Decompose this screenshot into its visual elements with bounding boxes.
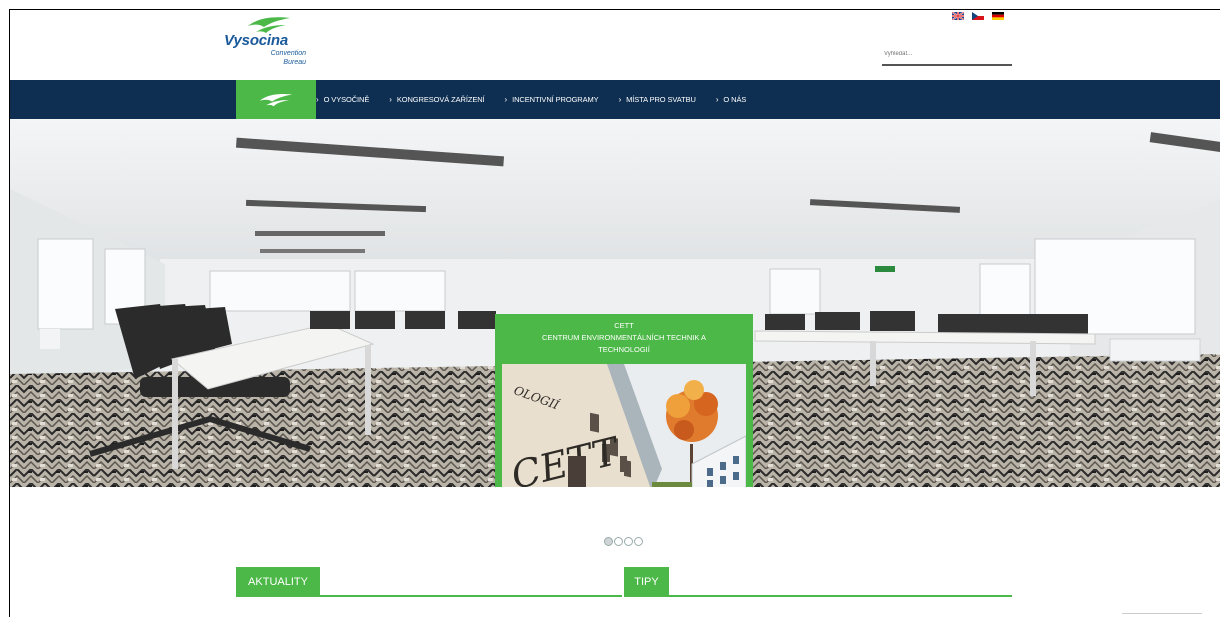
chevron-right-icon: › xyxy=(715,95,719,104)
venue-title-line1: CETT xyxy=(614,321,634,330)
browser-viewport: Vysocina Convention Bureau Vyhledat... ›… xyxy=(9,9,1220,617)
nav-item-incentivni-programy[interactable]: › INCENTIVNÍ PROGRAMY xyxy=(505,95,599,104)
tips-section-header: TIPY xyxy=(624,567,1012,600)
slider-dot-2[interactable] xyxy=(614,537,623,546)
nav-item-o-nas[interactable]: › O NÁS xyxy=(715,95,747,104)
search-input[interactable] xyxy=(882,43,1012,65)
news-section-header: AKTUALITY xyxy=(236,567,622,600)
featured-venue-card[interactable]: CETT CENTRUM ENVIRONMENTÁLNÍCH TECHNIK A… xyxy=(495,314,753,487)
hero-slider[interactable]: CETT CENTRUM ENVIRONMENTÁLNÍCH TECHNIK A… xyxy=(10,119,1220,487)
news-divider xyxy=(236,595,622,597)
english-flag-icon[interactable] xyxy=(952,12,964,20)
slider-dot-1[interactable] xyxy=(604,537,613,546)
nav-item-kongresova-zarizeni[interactable]: › KONGRESOVÁ ZAŘÍZENÍ xyxy=(389,95,484,104)
site-header: Vysocina Convention Bureau xyxy=(10,10,1220,80)
chevron-right-icon: › xyxy=(504,95,508,104)
nav-item-label: O VYSOČINĚ xyxy=(323,95,370,104)
chevron-right-icon: › xyxy=(618,95,622,104)
chevron-right-icon: › xyxy=(389,95,392,104)
nav-item-label: INCENTIVNÍ PROGRAMY xyxy=(512,95,599,104)
nav-menu: › O VYSOČINĚ › KONGRESOVÁ ZAŘÍZENÍ › INCENT… xyxy=(316,80,766,119)
logo-name: Vysocina xyxy=(224,32,288,49)
logo-subtitle-convention: Convention xyxy=(270,50,306,57)
featured-venue-title: CETT CENTRUM ENVIRONMENTÁLNÍCH TECHNIK A… xyxy=(495,320,753,356)
nav-item-label: KONGRESOVÁ ZAŘÍZENÍ xyxy=(396,95,485,104)
nav-item-o-vysocine[interactable]: › O VYSOČINĚ xyxy=(316,95,369,104)
tips-tab[interactable]: TIPY xyxy=(624,567,669,597)
venue-photo[interactable]: CETT OLOGIÍ xyxy=(502,364,746,487)
czech-flag-icon[interactable] xyxy=(972,12,984,20)
slider-dot-4[interactable] xyxy=(634,537,643,546)
scroll-to-top-stub xyxy=(1122,613,1202,616)
nav-item-label: MÍSTA PRO SVATBU xyxy=(626,95,696,104)
site-logo[interactable]: Vysocina Convention Bureau xyxy=(224,16,324,76)
venue-title-line3: TECHNOLOGIÍ xyxy=(598,345,650,354)
german-flag-icon[interactable] xyxy=(992,12,1004,20)
nav-item-mista-pro-svatbu[interactable]: › MÍSTA PRO SVATBU xyxy=(619,95,696,104)
main-navigation: › O VYSOČINĚ › KONGRESOVÁ ZAŘÍZENÍ › INCENT… xyxy=(10,80,1220,119)
logo-subtitle-bureau: Bureau xyxy=(283,59,306,66)
cett-building-image: CETT OLOGIÍ xyxy=(502,364,746,487)
nav-item-label: O NÁS xyxy=(723,95,747,104)
language-switcher xyxy=(952,12,1004,20)
chevron-right-icon: › xyxy=(316,95,319,104)
bird-home-icon xyxy=(259,93,293,106)
tips-divider xyxy=(624,595,1012,597)
home-button[interactable] xyxy=(236,80,316,119)
slider-pagination xyxy=(604,537,643,546)
slider-dot-3[interactable] xyxy=(624,537,633,546)
news-tab[interactable]: AKTUALITY xyxy=(236,567,320,597)
search-box xyxy=(882,42,1012,66)
venue-title-line2: CENTRUM ENVIRONMENTÁLNÍCH TECHNIK A xyxy=(541,333,707,342)
